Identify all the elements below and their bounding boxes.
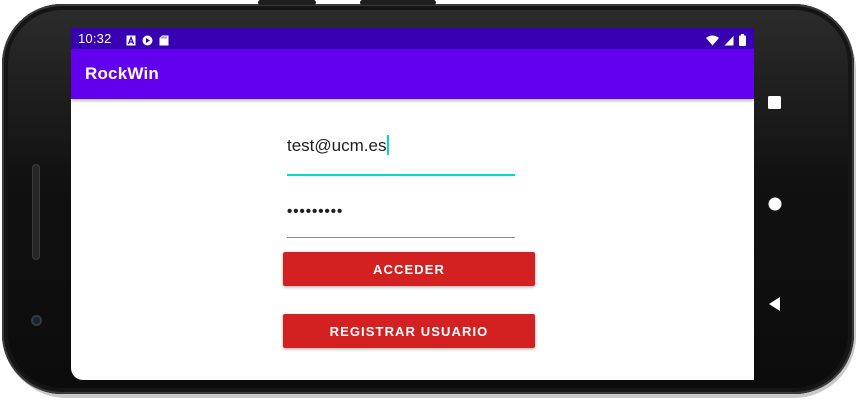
signal-icon bbox=[724, 33, 734, 46]
status-bar: 10:32 bbox=[71, 28, 754, 49]
volume-button bbox=[258, 0, 316, 5]
app-title: RockWin bbox=[85, 64, 159, 83]
login-button[interactable]: ACCEDER bbox=[283, 252, 535, 286]
a-notification-icon bbox=[126, 33, 136, 46]
play-protect-icon bbox=[142, 33, 153, 46]
email-field[interactable]: test@ucm.es bbox=[287, 126, 515, 176]
power-button bbox=[360, 0, 436, 5]
register-user-button[interactable]: REGISTRAR USUARIO bbox=[283, 314, 535, 348]
navigation-bar bbox=[754, 28, 794, 380]
password-field[interactable]: ••••••••• bbox=[287, 200, 515, 238]
email-text: test@ucm.es bbox=[287, 136, 387, 155]
text-cursor bbox=[387, 135, 390, 155]
speaker-grille bbox=[32, 164, 40, 260]
wifi-icon bbox=[706, 33, 719, 46]
home-circle-icon[interactable] bbox=[768, 197, 782, 216]
status-time: 10:32 bbox=[78, 31, 112, 46]
back-triangle-icon[interactable] bbox=[769, 297, 781, 316]
front-camera bbox=[31, 315, 42, 326]
battery-icon bbox=[739, 33, 746, 46]
recents-square-icon[interactable] bbox=[768, 96, 781, 114]
app-bar: RockWin bbox=[71, 49, 754, 99]
email-field-value: test@ucm.es bbox=[287, 135, 390, 156]
password-field-value: ••••••••• bbox=[287, 203, 344, 220]
sd-card-icon bbox=[159, 33, 169, 46]
device-screen: 10:32 RockWin test@ucm.es ••••••••• ACCE… bbox=[71, 28, 754, 380]
